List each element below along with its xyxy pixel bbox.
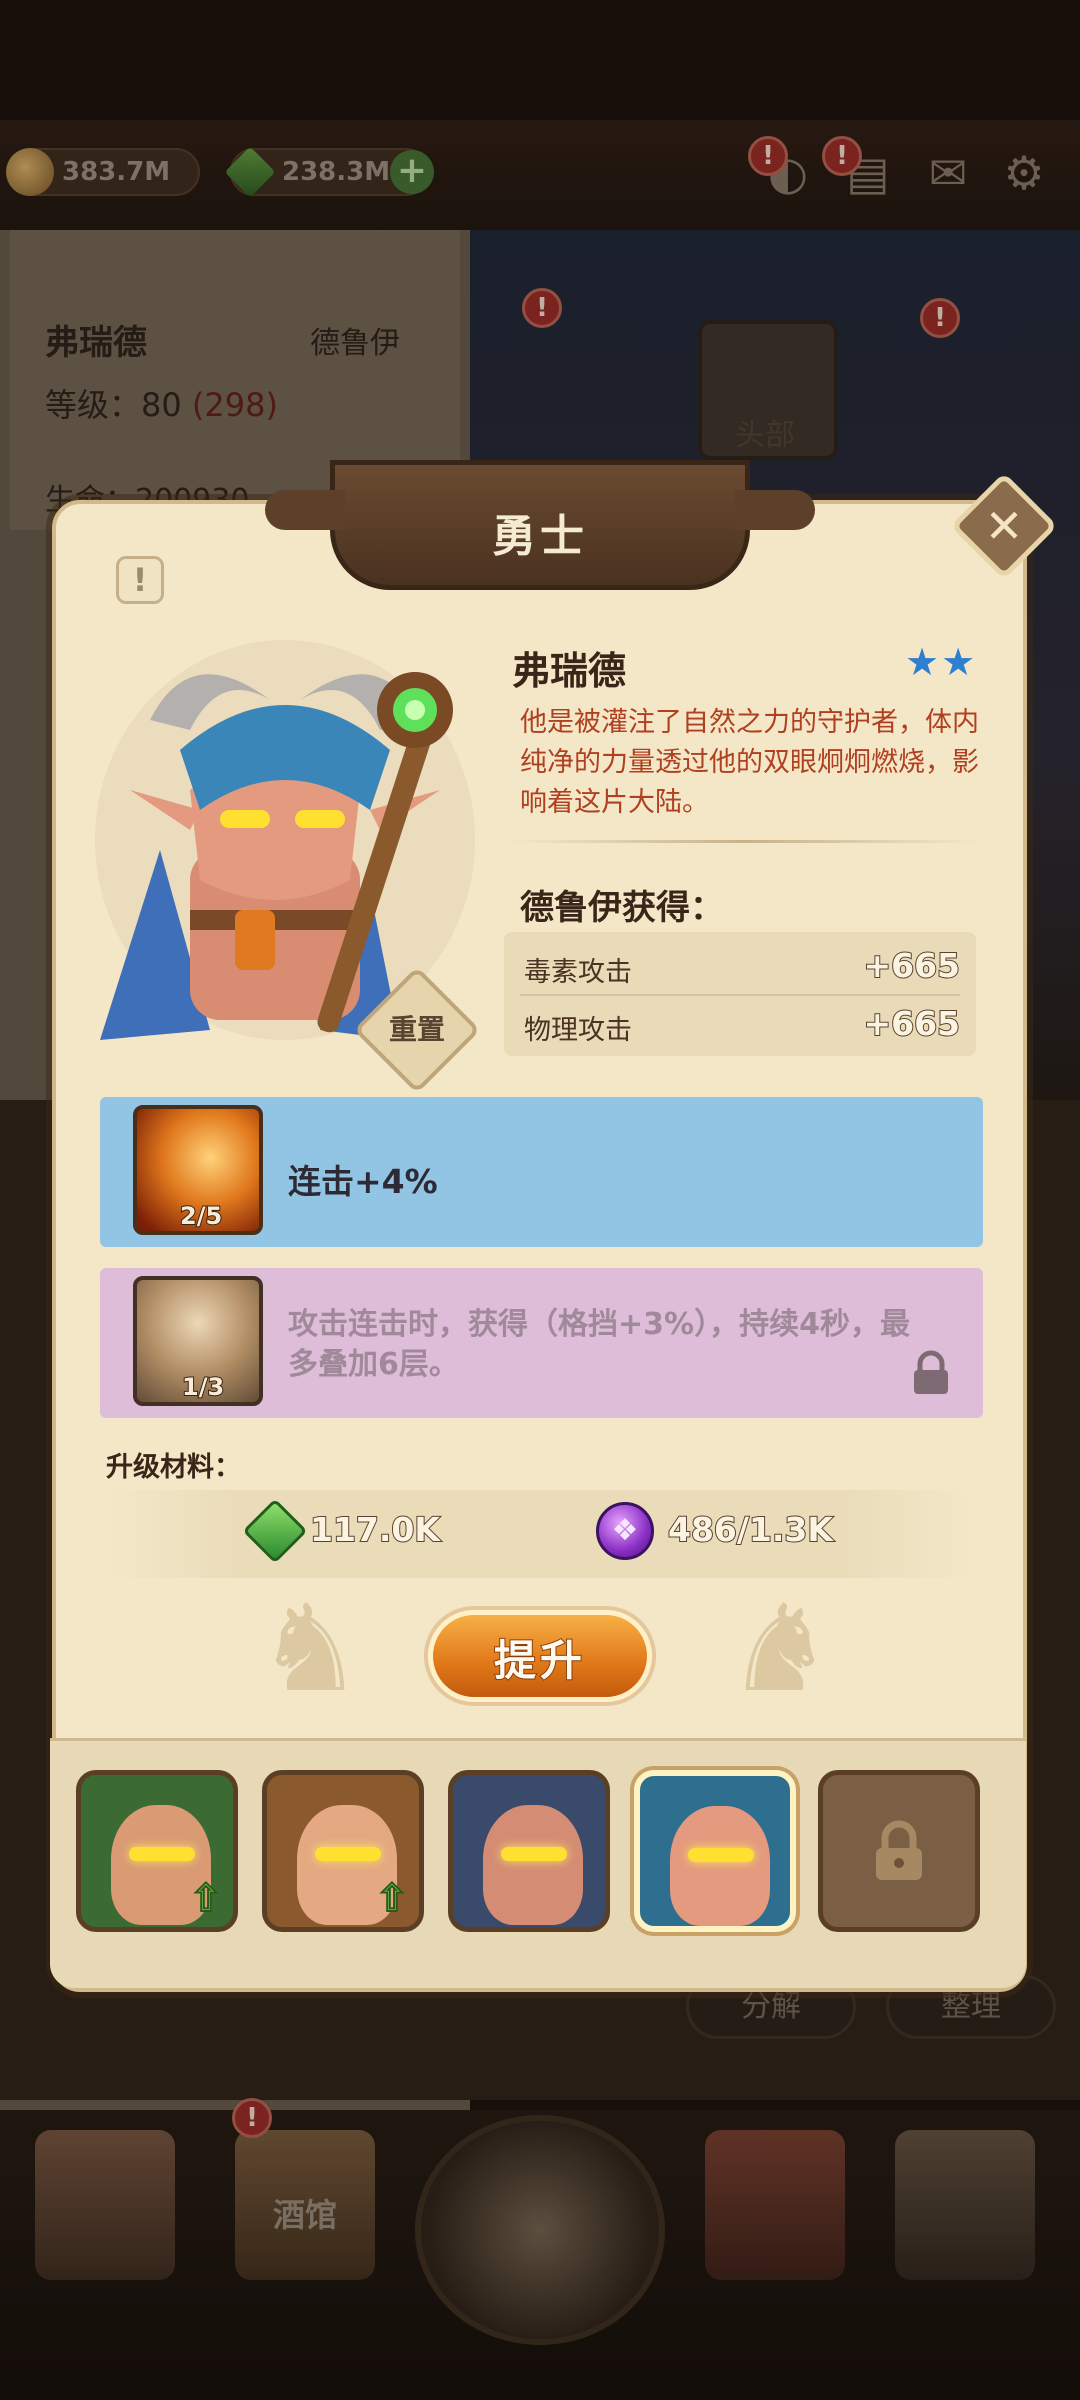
stat-row-poison: 毒素攻击 +665 <box>504 938 976 996</box>
stat-value: +665 <box>862 945 961 986</box>
hero-description: 他是被灌注了自然之力的守护者，体内纯净的力量透过他的双眼炯炯燃烧，影响着这片大陆… <box>520 707 979 818</box>
hero-thumb-selected[interactable] <box>634 1770 796 1932</box>
stat-row-physical: 物理攻击 +665 <box>504 996 976 1054</box>
gem-cost: 117.0K <box>309 1509 441 1550</box>
paw-cost: 486/1.3K <box>667 1509 834 1550</box>
upgrade-button-label[interactable]: 提升 <box>428 1627 652 1688</box>
hero-name: 弗瑞德 <box>512 649 627 693</box>
star-rating-icon: ★★ <box>905 640 978 684</box>
talent-text: 攻击连击时，获得（格挡+3%），持续4秒，最多叠加6层。 <box>288 1307 910 1382</box>
materials-title: 升级材料： <box>106 1452 241 1483</box>
upgrade-arrow-icon: ⇧ <box>189 1876 223 1920</box>
talent-text: 连击+4% <box>288 1162 438 1201</box>
talent-level: 2/5 <box>179 1201 223 1231</box>
close-icon[interactable]: ✕ <box>966 488 1042 564</box>
materials-bar <box>110 1490 970 1578</box>
dragon-ornament-icon: ♞ <box>256 1580 364 1719</box>
stat-label: 毒素攻击 <box>524 957 632 988</box>
dragon-ornament-icon: ♞ <box>726 1580 834 1719</box>
hero-thumb[interactable] <box>448 1770 610 1932</box>
class-gain-title: 德鲁伊获得： <box>520 888 724 928</box>
stat-label: 物理攻击 <box>524 1015 632 1046</box>
reset-button-label[interactable]: 重置 <box>372 985 462 1075</box>
hero-thumb[interactable]: ⇧ <box>262 1770 424 1932</box>
talent-level: 1/3 <box>181 1372 225 1402</box>
lock-icon <box>914 1350 948 1394</box>
hero-thumb[interactable]: ⇧ <box>76 1770 238 1932</box>
paw-token-icon: ❖ <box>596 1502 654 1560</box>
lock-icon <box>876 1820 922 1880</box>
modal-title: 勇士 <box>492 511 588 562</box>
divider <box>510 840 980 843</box>
info-button[interactable]: ! <box>116 556 164 604</box>
stat-value: +665 <box>862 1003 961 1044</box>
upgrade-arrow-icon: ⇧ <box>375 1876 409 1920</box>
